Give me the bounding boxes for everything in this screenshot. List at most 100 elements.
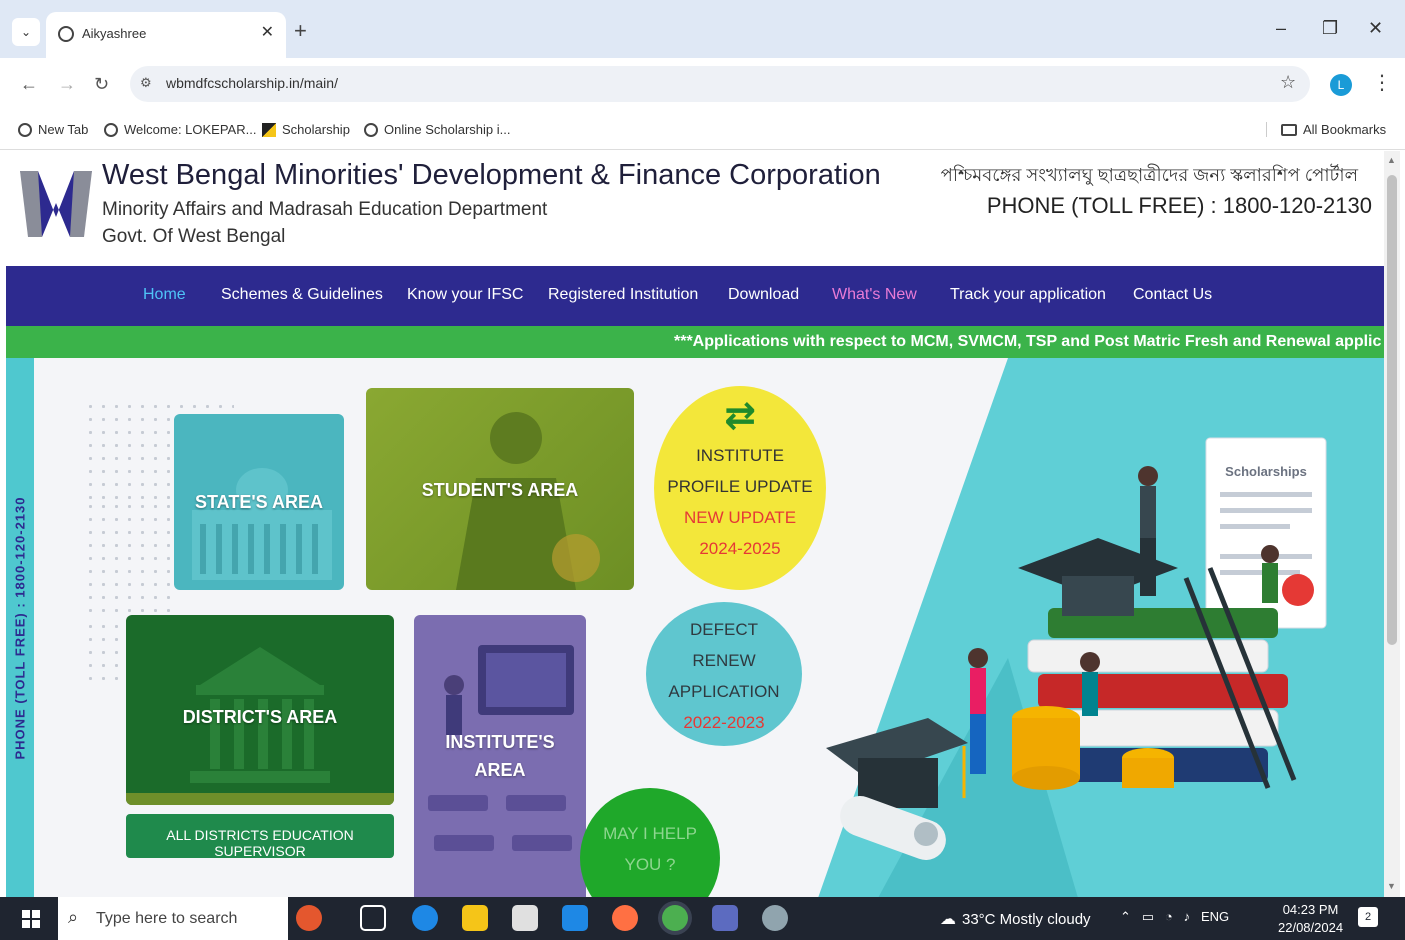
close-window-icon[interactable]: ✕ (1368, 18, 1383, 39)
cortana-mascot-icon[interactable] (296, 905, 322, 931)
classroom-icon (428, 645, 574, 851)
language-indicator[interactable]: ENG (1201, 909, 1229, 924)
volume-icon[interactable]: ♪ (1184, 909, 1191, 924)
profile-update-line2: PROFILE UPDATE (667, 477, 813, 496)
chrome-icon[interactable] (662, 905, 688, 931)
district-supervisor-button[interactable]: ALL DISTRICTS EDUCATION SUPERVISOR (126, 814, 394, 858)
search-icon: ⌕ (68, 907, 79, 927)
globe-icon (364, 122, 378, 137)
chevron-up-icon[interactable]: ⌃ (1120, 909, 1131, 924)
url-text: wbmdfcscholarship.in/main/ (166, 75, 338, 91)
bookmark-label: Scholarship (282, 122, 350, 137)
bookmark-star-icon[interactable]: ☆ (1280, 72, 1296, 93)
scroll-up-icon[interactable]: ▲ (1387, 155, 1396, 165)
restore-icon[interactable]: ❐ (1322, 18, 1338, 39)
hero-section: Scholarships PHONE (TOLL FREE): 1800-12… (6, 358, 1384, 897)
notification-count: 2 (1364, 911, 1372, 923)
bookmark-label: Welcome: LOKEPAR... (124, 122, 257, 137)
bookmark-label: Online Scholarship i... (384, 122, 511, 137)
main-navbar: Home Schemes & Guidelines Know your IFSC… (6, 266, 1384, 326)
defect-renew-line1: DEFECT (690, 620, 758, 639)
dot-pattern (84, 620, 124, 684)
bookmark-label: New Tab (38, 122, 89, 137)
browser-tab-bar: ⌄ Aikyashree ✕ + – ❐ ✕ (0, 0, 1405, 58)
scholarship-illustration: Scholarships (818, 358, 1384, 897)
cloud-icon: ☁ (940, 911, 956, 928)
scroll-down-icon[interactable]: ▼ (1387, 881, 1396, 891)
windows-start-icon[interactable] (22, 910, 40, 928)
nav-whats-new[interactable]: What's New (832, 286, 917, 304)
menu-kebab-icon[interactable]: ⋮ (1372, 70, 1392, 95)
system-tray[interactable]: ⌃ ▭ ◔ ♪ ENG (1120, 909, 1229, 925)
paint-icon[interactable] (762, 905, 788, 931)
back-icon[interactable]: ← (20, 74, 38, 95)
institutes-area-tile[interactable]: INSTITUTE'S AREA (414, 615, 586, 897)
file-explorer-icon[interactable] (462, 905, 488, 931)
edge-icon[interactable] (412, 905, 438, 931)
nav-registered-institution[interactable]: Registered Institution (548, 286, 698, 304)
folder-icon (1281, 123, 1297, 136)
address-bar[interactable]: ⚙ wbmdfcscholarship.in/main/ (130, 66, 1310, 102)
bookmark-welcome[interactable]: Welcome: LOKEPAR... (104, 122, 256, 137)
institute-profile-update-button[interactable]: ⇄ INSTITUTE PROFILE UPDATE NEW UPDATE 20… (654, 386, 826, 590)
weather-text: 33°C Mostly cloudy (962, 910, 1091, 928)
forward-icon[interactable]: → (58, 74, 76, 95)
bookmark-new-tab[interactable]: New Tab (18, 122, 88, 137)
globe-icon (58, 26, 74, 42)
bookmark-scholarship[interactable]: Scholarship (262, 122, 350, 137)
clock[interactable]: 04:23 PM 22/08/2024 (1278, 901, 1343, 937)
profile-avatar[interactable]: L (1330, 74, 1352, 96)
nav-download[interactable]: Download (728, 286, 799, 304)
defect-renew-line2: RENEW (692, 651, 756, 670)
districts-area-tile[interactable]: DISTRICT'S AREA (126, 615, 394, 805)
browser-toolbar: ← → ↻ ⚙ wbmdfcscholarship.in/main/ ☆ L ⋮ (0, 58, 1405, 110)
reload-icon[interactable]: ↻ (94, 74, 109, 95)
nav-contact-us[interactable]: Contact Us (1133, 286, 1212, 304)
notification-icon[interactable]: 2 (1358, 907, 1378, 927)
store-icon[interactable] (512, 905, 538, 931)
all-bookmarks-label: All Bookmarks (1303, 122, 1387, 137)
nav-schemes-guidelines[interactable]: Schemes & Guidelines (221, 286, 383, 304)
firefox-icon[interactable] (612, 905, 638, 931)
bookmark-online-scholarship[interactable]: Online Scholarship i... (364, 122, 510, 137)
government-building-icon (192, 468, 332, 580)
scholarships-doc-label: Scholarships (1225, 464, 1307, 479)
taskbar-search-box[interactable]: ⌕ Type here to search (58, 897, 288, 940)
close-tab-icon[interactable]: ✕ (261, 22, 274, 42)
weather-widget[interactable]: ☁ 33°C Mostly cloudy (940, 909, 1091, 929)
minimize-icon[interactable]: – (1276, 18, 1286, 39)
network-icon[interactable]: ▭ (1142, 909, 1154, 924)
bengali-tagline: পশ্চিমবঙ্গের সংখ্যালঘু ছাত্রছাত্রীদের জন… (940, 165, 1358, 185)
task-view-icon[interactable] (360, 905, 386, 931)
students-area-tile[interactable]: STUDENT'S AREA (366, 388, 634, 590)
page-scrollbar[interactable]: ▲ ▼ (1384, 151, 1400, 897)
all-bookmarks-button[interactable]: All Bookmarks (1266, 122, 1386, 137)
nav-track-application[interactable]: Track your application (950, 286, 1106, 304)
tab-list-chevron-icon[interactable]: ⌄ (12, 18, 40, 46)
mail-icon[interactable] (562, 905, 588, 931)
wbmdfc-logo (20, 171, 92, 237)
new-tab-plus-icon[interactable]: + (294, 18, 307, 44)
may-i-help-button[interactable]: MAY I HELP YOU ? (580, 788, 720, 897)
dot-pattern (84, 500, 174, 620)
browser-tab[interactable]: Aikyashree ✕ (46, 12, 286, 58)
calculator-icon[interactable] (712, 905, 738, 931)
defect-renew-application-button[interactable]: DEFECT RENEW APPLICATION 2022-2023 (646, 602, 802, 746)
nav-know-ifsc[interactable]: Know your IFSC (407, 286, 523, 304)
bookmarks-bar: New Tab Welcome: LOKEPAR... Scholarship … (0, 110, 1405, 150)
globe-icon (18, 122, 32, 137)
districts-area-label: DISTRICT'S AREA (182, 707, 338, 727)
site-info-icon[interactable]: ⚙ (140, 75, 152, 91)
profile-update-line1: INSTITUTE (696, 446, 784, 465)
wifi-icon[interactable]: ◔ (1165, 909, 1173, 924)
announcement-ticker[interactable]: ***Applications with respect to MCM, SVM… (6, 326, 1384, 358)
institutes-area-label-2: AREA (474, 760, 526, 780)
states-area-tile[interactable]: STATE'S AREA (174, 414, 344, 590)
scrollbar-thumb[interactable] (1387, 175, 1397, 645)
nav-home[interactable]: Home (143, 286, 186, 304)
defect-renew-line4: 2022-2023 (683, 713, 765, 732)
profile-update-line4: 2024-2025 (699, 539, 781, 558)
defect-renew-line3: APPLICATION (668, 682, 780, 701)
government-name: Govt. Of West Bengal (102, 226, 286, 247)
taskbar-search-placeholder: Type here to search (96, 910, 238, 927)
